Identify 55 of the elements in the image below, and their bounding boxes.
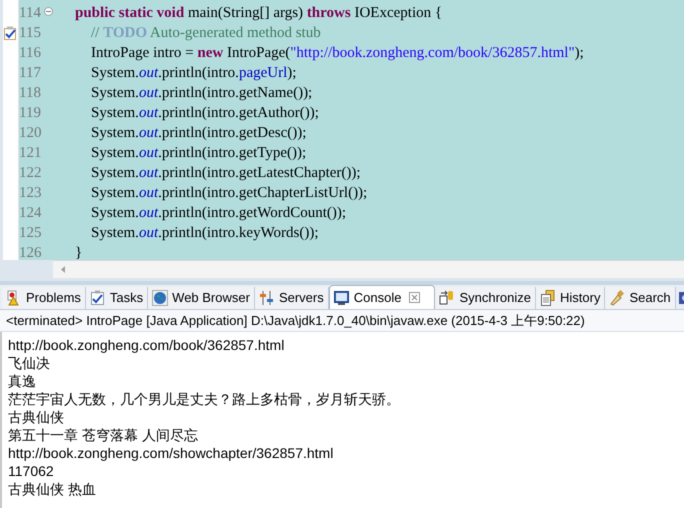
- console-status: <terminated> IntroPage [Java Application] D:\Java\jdk1.7.0_40\bin\javaw.exe (2015-4-3 上午9:50:22): [0, 310, 684, 332]
- console-line: 飞仙决: [8, 354, 50, 372]
- console-line: 第五十一章 苍穹落幕 人间尽忘: [8, 426, 198, 444]
- scroll-left-icon[interactable]: [61, 266, 66, 273]
- line-number: 125: [19, 224, 42, 243]
- clipboard-icon: [90, 290, 106, 306]
- line-number: 124: [19, 204, 42, 223]
- monitor-icon: [334, 290, 350, 306]
- sync-icon: [439, 290, 456, 306]
- view-tab[interactable]: History: [536, 287, 606, 309]
- console-line: http://book.zongheng.com/showchapter/362857.html: [8, 444, 334, 462]
- code-line: System.out.println(intro.getType());: [91, 144, 306, 163]
- code-line: }: [75, 244, 82, 260]
- view-tab[interactable]: Console: [328, 285, 436, 309]
- line-number: 114: [19, 4, 41, 23]
- view-tab[interactable]: Web Browser: [148, 287, 255, 309]
- horizontal-scrollbar[interactable]: [53, 260, 684, 278]
- view-tab[interactable]: Tasks: [86, 287, 148, 309]
- line-number: 123: [19, 184, 42, 203]
- console-line: 古典仙侠 热血: [8, 480, 96, 498]
- document-icon: [540, 290, 556, 306]
- view-tab[interactable]: Synchronize: [435, 287, 536, 309]
- line-number: 118: [19, 84, 41, 103]
- collapse-icon[interactable]: [44, 7, 53, 16]
- view-tab[interactable]: Search: [605, 287, 676, 309]
- view-tab[interactable]: Problems: [2, 287, 86, 309]
- line-number: 117: [19, 64, 41, 83]
- line-number: 120: [19, 124, 42, 143]
- code-line: // TODO Auto-generated method stub: [91, 24, 321, 43]
- console-line: http://book.zongheng.com/book/362857.html: [8, 336, 284, 354]
- server-icon: [258, 290, 275, 306]
- line-number: 122: [19, 164, 42, 183]
- code-line: System.out.println(intro.getName());: [91, 84, 312, 103]
- view-tab[interactable]: Servers: [254, 287, 329, 309]
- code-line: System.out.println(intro.getWordCount());: [91, 204, 346, 223]
- console-line: 茫茫宇宙人无数，几个男儿是丈夫？路上多枯骨，岁月斩天骄。: [8, 390, 400, 408]
- code-line: System.out.println(intro.pageUrl);: [91, 64, 296, 83]
- globe-icon: [152, 290, 168, 306]
- code-line: public static void main(String[] args) throws IOException {: [75, 4, 442, 23]
- code-line: System.out.println(intro.keyWords());: [91, 224, 319, 243]
- close-icon[interactable]: [409, 292, 420, 303]
- line-number: 115: [19, 24, 41, 43]
- code-line: System.out.println(intro.getLatestChapter());: [91, 164, 361, 183]
- code-line: System.out.println(intro.getDesc());: [91, 124, 306, 143]
- search-icon: [609, 290, 626, 306]
- line-number: 116: [19, 44, 41, 63]
- console-line: 117062: [8, 462, 54, 480]
- code-line: IntroPage intro = new IntroPage("http://book.zongheng.com/book/362857.html");: [91, 44, 584, 63]
- console-line: 真逸: [8, 372, 36, 390]
- line-number: 119: [19, 104, 41, 123]
- line-number: 126: [19, 244, 42, 260]
- line-number: 121: [19, 144, 42, 163]
- code-line: System.out.println(intro.getAuthor());: [91, 104, 319, 123]
- console-line: 古典仙侠: [8, 408, 64, 426]
- code-line: System.out.println(intro.getChapterListUrl());: [91, 184, 368, 203]
